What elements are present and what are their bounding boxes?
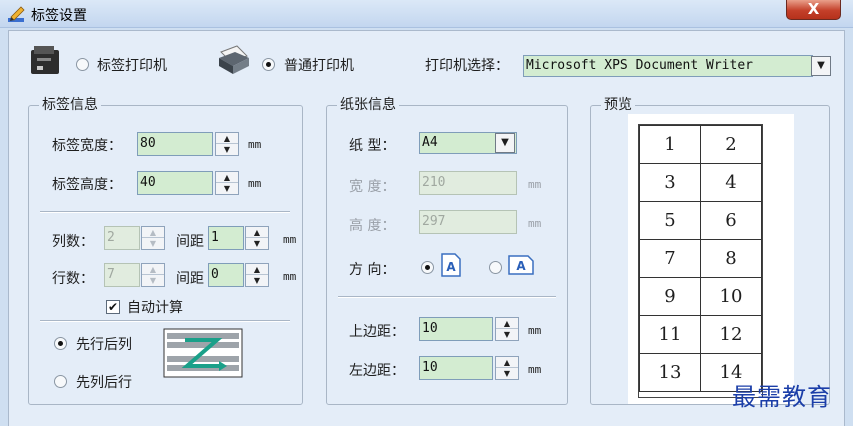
preview-title: 预览 [601,97,635,113]
label-width-label: 标签宽度： [52,138,122,154]
paper-width-label: 宽 度： [349,179,396,195]
preview-cell: 7 [639,239,701,278]
svg-text:A: A [446,260,456,274]
columns-label: 列数： [52,234,94,250]
preview-cell: 10 [700,277,762,316]
column-gap-unit: mm [283,233,297,246]
label-height-unit: mm [248,177,262,190]
columns-spinner[interactable]: ▲ ▼ [141,226,165,250]
window-title: 标签设置 [31,8,87,24]
label-info-title: 标签信息 [39,97,101,113]
svg-text:A: A [516,259,526,273]
normal-printer-label: 普通打印机 [284,58,354,74]
fill-order-z-icon [163,328,243,378]
row-gap-label: 间距 [176,271,204,287]
label-width-unit: mm [248,138,262,151]
landscape-radio[interactable] [489,261,502,274]
preview-cell: 2 [700,125,762,164]
landscape-page-icon: A [508,255,534,275]
column-first-label: 先列后行 [76,375,132,391]
left-margin-spinner[interactable]: ▲ ▼ [495,356,519,380]
label-printer-icon [31,46,59,74]
paper-height-label: 高 度： [349,218,396,234]
preview-cell: 1 [639,125,701,164]
divider [338,296,556,298]
column-gap-input[interactable]: 1 [208,226,244,250]
label-height-spinner[interactable]: ▲ ▼ [215,171,239,195]
columns-input[interactable]: 2 [104,226,140,250]
row-first-label: 先行后列 [76,337,132,353]
auto-calc-label: 自动计算 [127,300,183,316]
preview-cell: 8 [700,239,762,278]
orientation-label: 方 向： [349,262,396,278]
app-pencil-icon [8,6,25,22]
top-margin-label: 上边距： [349,324,405,340]
left-margin-unit: mm [528,363,542,376]
close-button[interactable]: X [786,0,841,20]
row-first-radio[interactable] [54,337,67,350]
label-width-input[interactable]: 80 [137,132,213,156]
portrait-page-icon: A [441,253,461,277]
paper-info-title: 纸张信息 [337,97,399,113]
top-margin-spinner[interactable]: ▲ ▼ [495,317,519,341]
label-height-label: 标签高度： [52,177,122,193]
rows-label: 行数： [52,271,94,287]
divider [40,320,290,322]
preview-cell: 6 [700,201,762,240]
rows-input[interactable]: 7 [104,263,140,287]
preview-cell: 11 [639,315,701,354]
label-width-spinner[interactable]: ▲ ▼ [215,132,239,156]
paper-height-input[interactable]: 297 [419,210,517,234]
title-bar: 标签设置 X [0,0,853,28]
row-gap-spinner[interactable]: ▲ ▼ [245,263,269,287]
label-printer-radio[interactable] [76,58,89,71]
column-first-radio[interactable] [54,375,67,388]
column-gap-label: 间距 [176,234,204,250]
preview-grid: 1 2 3 4 5 6 7 8 9 10 11 12 13 14 [638,124,763,398]
paper-type-label: 纸 型： [349,138,396,154]
divider [40,211,290,213]
left-margin-input[interactable]: 10 [419,356,493,380]
preview-cell: 4 [700,163,762,202]
row-gap-unit: mm [283,270,297,283]
preview-cell: 5 [639,201,701,240]
paper-width-input[interactable]: 210 [419,171,517,195]
portrait-radio[interactable] [421,261,434,274]
paper-width-unit: mm [528,178,542,191]
label-height-input[interactable]: 40 [137,171,213,195]
printer-select-label: 打印机选择： [425,58,509,74]
chevron-down-icon[interactable]: ▼ [495,133,515,153]
row-gap-input[interactable]: 0 [208,263,244,287]
auto-calc-checkbox[interactable]: ✔ [106,300,120,314]
label-printer-label: 标签打印机 [97,58,167,74]
printer-select-dropdown[interactable]: Microsoft XPS Document Writer [523,55,813,77]
top-margin-input[interactable]: 10 [419,317,493,341]
paper-height-unit: mm [528,217,542,230]
top-margin-unit: mm [528,324,542,337]
chevron-down-icon[interactable]: ▼ [811,56,831,76]
preview-cell: 12 [700,315,762,354]
preview-cell: 9 [639,277,701,316]
left-margin-label: 左边距： [349,363,405,379]
rows-spinner[interactable]: ▲ ▼ [141,263,165,287]
preview-cell: 13 [639,353,701,392]
normal-printer-radio[interactable] [262,58,275,71]
column-gap-spinner[interactable]: ▲ ▼ [245,226,269,250]
watermark-text: 最需教育 [732,383,832,411]
preview-cell: 3 [639,163,701,202]
normal-printer-icon [219,45,249,74]
